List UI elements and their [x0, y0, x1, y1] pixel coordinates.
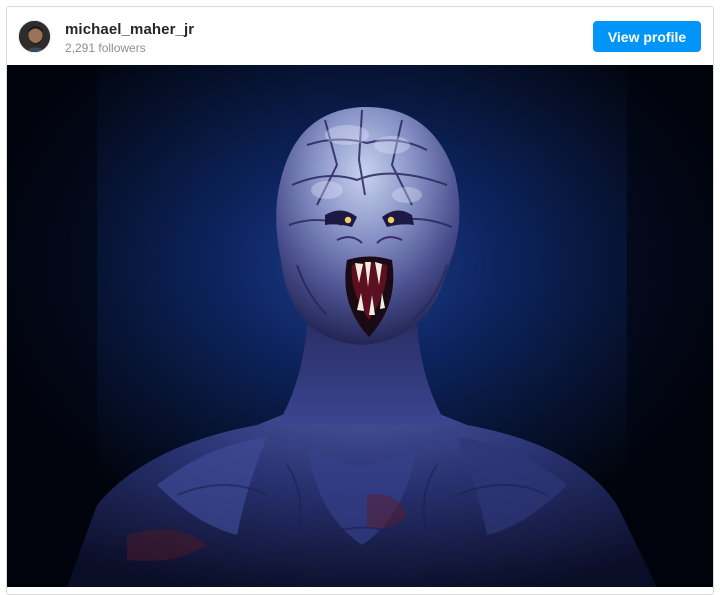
creature-artwork	[7, 65, 713, 587]
username-link[interactable]: michael_maher_jr	[65, 21, 194, 39]
view-profile-button[interactable]: View profile	[593, 21, 701, 52]
post-header: michael_maher_jr 2,291 followers View pr…	[7, 7, 713, 65]
follower-count: 2,291 followers	[65, 41, 146, 55]
post-image[interactable]	[7, 65, 713, 587]
avatar[interactable]	[18, 20, 51, 53]
instagram-embed-card: michael_maher_jr 2,291 followers View pr…	[6, 6, 714, 595]
avatar-image	[19, 21, 50, 52]
user-meta: michael_maher_jr 2,291 followers	[65, 21, 194, 56]
